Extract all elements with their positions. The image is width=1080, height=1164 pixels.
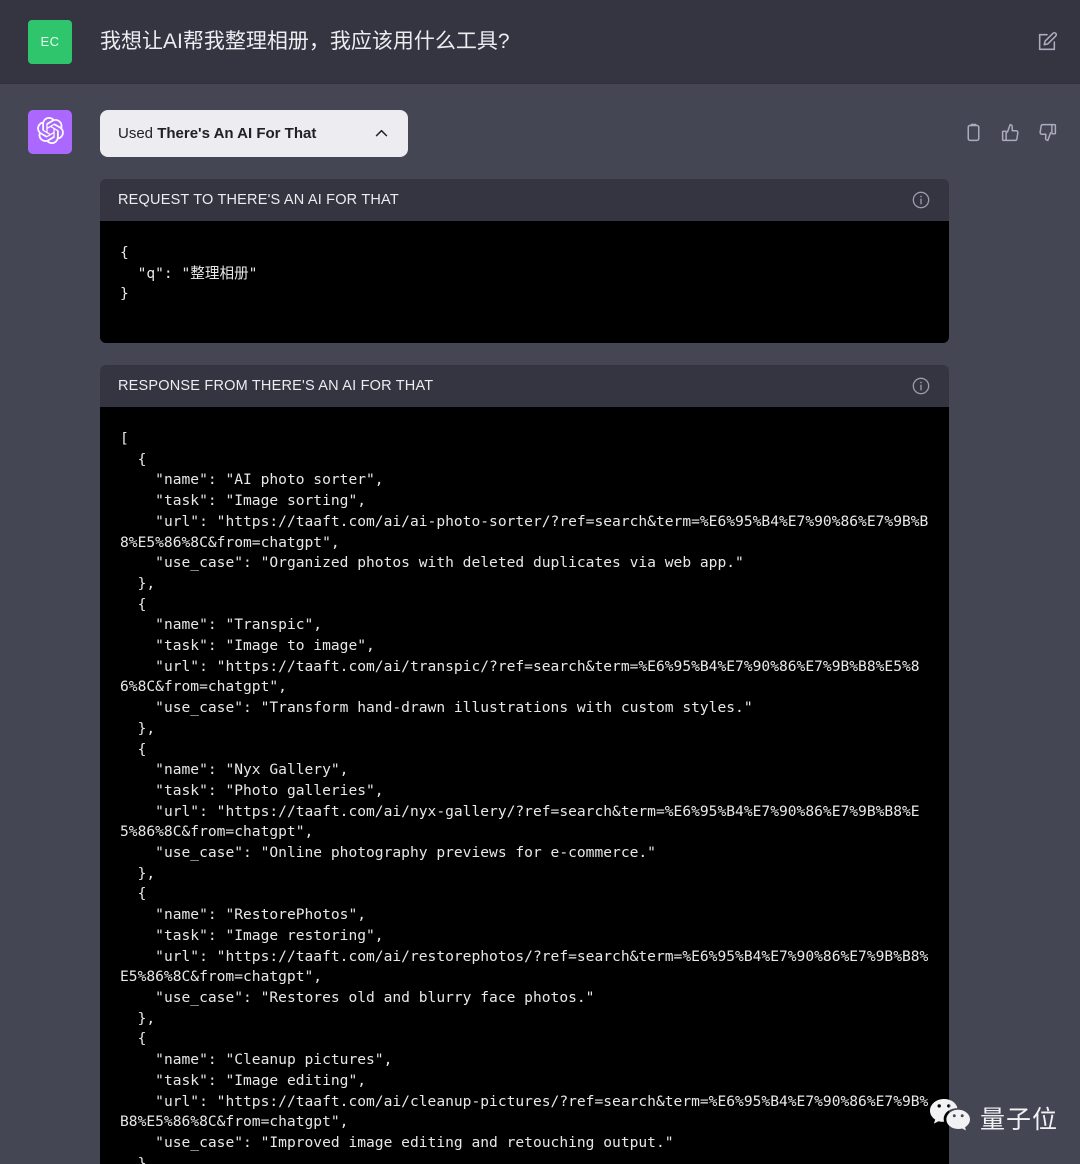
request-block: REQUEST TO THERE'S AN AI FOR THAT { "q":… — [100, 179, 949, 343]
response-code: [ { "name": "AI photo sorter", "task": "… — [100, 407, 949, 1164]
openai-logo-icon — [37, 117, 64, 147]
response-block: RESPONSE FROM THERE'S AN AI FOR THAT [ {… — [100, 365, 949, 1164]
used-tool-label: Used There's An AI For That — [118, 125, 316, 142]
assistant-avatar-column — [28, 110, 72, 1163]
request-block-title: REQUEST TO THERE'S AN AI FOR THAT — [118, 192, 399, 208]
copy-icon[interactable] — [963, 122, 984, 143]
edit-square-icon[interactable] — [1036, 31, 1058, 53]
response-block-header: RESPONSE FROM THERE'S AN AI FOR THAT — [100, 365, 949, 407]
user-message-row: EC 我想让AI帮我整理相册，我应该用什么工具? — [0, 0, 1080, 84]
thumbs-up-icon[interactable] — [1000, 122, 1021, 143]
used-prefix: Used — [118, 125, 153, 142]
assistant-action-bar — [963, 110, 1058, 1163]
chevron-up-icon[interactable] — [373, 125, 390, 142]
assistant-content: Used There's An AI For That REQUEST TO T… — [100, 110, 949, 1163]
user-message-text: 我想让AI帮我整理相册，我应该用什么工具? — [100, 28, 1036, 55]
request-block-header: REQUEST TO THERE'S AN AI FOR THAT — [100, 179, 949, 221]
used-tool-name: There's An AI For That — [157, 125, 316, 142]
used-tool-toggle[interactable]: Used There's An AI For That — [100, 110, 408, 157]
request-code: { "q": "整理相册" } — [100, 221, 949, 343]
info-circle-icon[interactable] — [911, 190, 931, 210]
avatar-assistant — [28, 110, 72, 154]
response-block-title: RESPONSE FROM THERE'S AN AI FOR THAT — [118, 378, 433, 394]
info-circle-icon[interactable] — [911, 376, 931, 396]
assistant-message-row: Used There's An AI For That REQUEST TO T… — [0, 84, 1080, 1163]
thumbs-down-icon[interactable] — [1037, 122, 1058, 143]
avatar-user: EC — [28, 20, 72, 64]
avatar-initials: EC — [40, 34, 59, 49]
